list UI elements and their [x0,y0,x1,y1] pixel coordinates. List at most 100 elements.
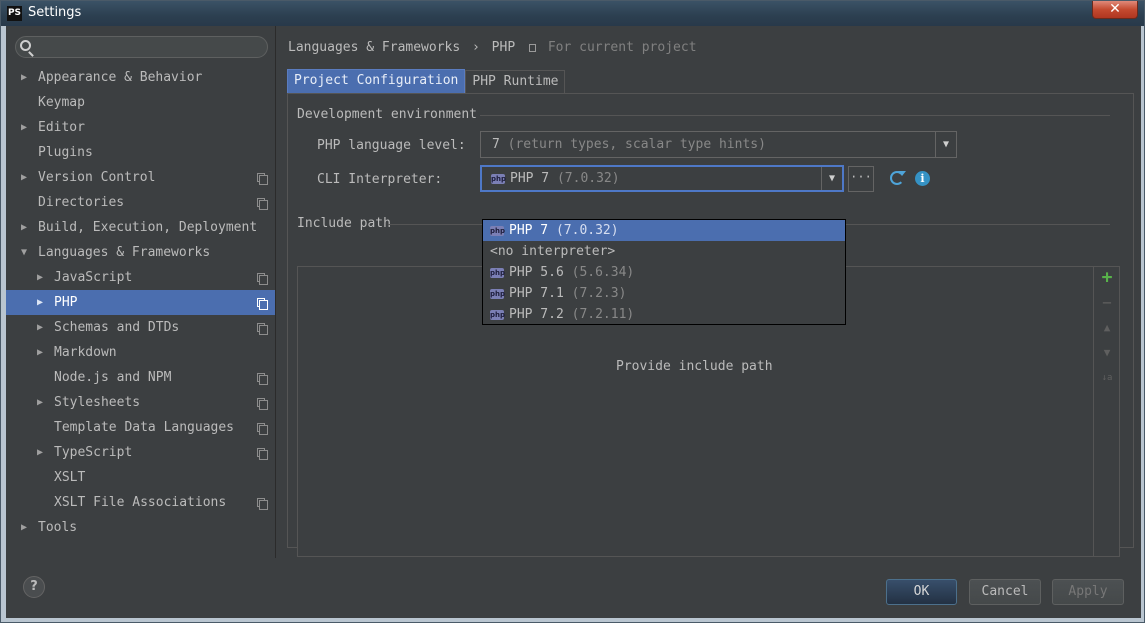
sort-icon[interactable]: ↓a [1100,371,1114,385]
breadcrumb-parent: Languages & Frameworks [288,40,461,55]
sidebar-item-label: Node.js and NPM [54,370,172,385]
sidebar-item-typescript[interactable]: ▶ TypeScript [6,440,275,465]
expand-right-icon[interactable]: ▶ [37,340,47,365]
breadcrumb-current: PHP [491,40,516,55]
expand-right-icon[interactable]: ▶ [21,165,31,190]
sidebar-item-javascript[interactable]: ▶ JavaScript [6,265,275,290]
expand-right-icon[interactable]: ▶ [21,65,31,90]
sidebar-item-build-execution-deployment[interactable]: ▶ Build, Execution, Deployment [6,215,275,240]
browse-interpreters-button[interactable]: ··· [848,166,874,192]
php-icon: php [490,289,506,299]
settings-search-input[interactable] [15,36,268,58]
expand-right-icon[interactable]: ▶ [37,315,47,340]
expand-down-icon[interactable]: ▼ [21,240,31,265]
expand-right-icon[interactable]: ▶ [21,115,31,140]
sidebar-item-plugins[interactable]: Plugins [6,140,275,165]
phpstorm-app-icon: PS [7,6,22,21]
expand-right-icon[interactable]: ▶ [21,515,31,540]
sidebar-item-label: Keymap [38,95,85,110]
include-path-empty-text: Provide include path [616,359,773,374]
info-icon[interactable]: i [915,171,930,186]
cli-interpreter-select[interactable]: php PHP 7 (7.0.32) ▼ [480,165,844,192]
sidebar-item-node-js-and-npm[interactable]: Node.js and NPM [6,365,275,390]
sidebar-item-markdown[interactable]: ▶ Markdown [6,340,275,365]
sidebar-item-languages-frameworks[interactable]: ▼ Languages & Frameworks [6,240,275,265]
apply-button[interactable]: Apply [1052,579,1124,605]
sidebar-item-label: Version Control [38,170,156,185]
project-scope-icon [257,423,268,435]
window-title: Settings [28,5,82,20]
project-scope-icon [528,44,536,52]
expand-right-icon[interactable]: ▶ [37,265,47,290]
interpreter-option-name: PHP 7.1 [509,286,564,301]
sidebar-item-template-data-languages[interactable]: Template Data Languages [6,415,275,440]
sidebar-item-version-control[interactable]: ▶ Version Control [6,165,275,190]
breadcrumb: Languages & Frameworks › PHP For current… [288,40,697,55]
cancel-button[interactable]: Cancel [969,579,1041,605]
breadcrumb-separator: › [472,40,480,55]
interpreter-option-version: (7.2.11) [571,307,635,322]
expand-right-icon[interactable]: ▶ [37,290,47,315]
sidebar-item-appearance-behavior[interactable]: ▶ Appearance & Behavior [6,65,275,90]
interpreter-option[interactable]: php PHP 5.6 (5.6.34) [483,262,845,283]
interpreter-option-name: PHP 5.6 [509,265,564,280]
interpreter-option[interactable]: php PHP 7.2 (7.2.11) [483,304,845,325]
settings-sidebar: ▶ Appearance & Behavior Keymap ▶ Editor Plugi… [6,26,276,558]
project-scope-icon [257,198,268,210]
chevron-down-icon[interactable]: ▼ [821,167,842,190]
sidebar-item-label: PHP [54,295,78,310]
interpreter-option-name: PHP 7 [509,223,549,238]
project-scope-icon [257,398,268,410]
sidebar-item-keymap[interactable]: Keymap [6,90,275,115]
sidebar-item-schemas-and-dtds[interactable]: ▶ Schemas and DTDs [6,315,275,340]
sidebar-item-editor[interactable]: ▶ Editor [6,115,275,140]
tab-php-runtime[interactable]: PHP Runtime [465,70,566,94]
sidebar-item-label: Appearance & Behavior [38,70,203,85]
sidebar-item-php[interactable]: ▶ PHP [6,290,275,315]
cli-interpreter-value: PHP 7 [510,171,550,186]
php-icon: php [490,226,506,236]
cli-interpreter-label: CLI Interpreter: [317,172,443,187]
interpreter-option-name: PHP 7.2 [509,307,564,322]
add-icon[interactable]: + [1100,269,1114,287]
interpreter-option[interactable]: <no interpreter> [483,241,845,262]
sidebar-item-xslt-file-associations[interactable]: XSLT File Associations [6,490,275,515]
expand-right-icon[interactable]: ▶ [37,440,47,465]
php-language-level-select[interactable]: 7 (return types, scalar type hints) ▼ [480,131,957,158]
sidebar-item-label: TypeScript [54,445,133,460]
expand-right-icon[interactable]: ▶ [21,215,31,240]
close-button[interactable]: ✕ [1092,1,1138,19]
project-scope-icon [257,323,268,335]
sidebar-item-stylesheets[interactable]: ▶ Stylesheets [6,390,275,415]
ok-button[interactable]: OK [886,579,957,605]
chevron-down-icon[interactable]: ▼ [935,132,956,157]
sidebar-item-label: Schemas and DTDs [54,320,180,335]
move-up-icon[interactable]: ▲ [1100,321,1114,335]
sidebar-item-label: Tools [38,520,78,535]
tab-bar: Project Configuration PHP Runtime [287,69,566,94]
title-bar[interactable]: PS Settings ✕ [1,1,1144,26]
expand-right-icon[interactable]: ▶ [37,390,47,415]
sidebar-item-directories[interactable]: Directories [6,190,275,215]
search-icon [20,40,31,51]
sidebar-item-xslt[interactable]: XSLT [6,465,275,490]
tab-project-configuration[interactable]: Project Configuration [287,69,466,94]
divider [480,115,1110,116]
interpreter-option-version: (7.2.3) [571,286,627,301]
interpreter-option[interactable]: php PHP 7 (7.0.32) [483,220,845,241]
project-scope-icon [257,498,268,510]
php-icon: php [491,174,507,184]
remove-icon[interactable]: − [1100,295,1114,311]
help-button[interactable]: ? [23,576,45,598]
settings-window: PS Settings ✕ ▶ Appearance & Behavior Keym… [0,0,1145,623]
sidebar-item-label: Editor [38,120,85,135]
interpreter-option[interactable]: php PHP 7.1 (7.2.3) [483,283,845,304]
sidebar-item-tools[interactable]: ▶ Tools [6,515,275,540]
include-path-toolbar: + − ▲ ▼ ↓a [1093,267,1119,556]
sidebar-item-label: XSLT File Associations [54,495,227,510]
sidebar-item-label: Markdown [54,345,117,360]
dialog-footer: ? OK Cancel Apply [6,558,1141,618]
move-down-icon[interactable]: ▼ [1100,346,1114,360]
sidebar-item-label: XSLT [54,470,86,485]
refresh-icon[interactable] [890,171,906,185]
